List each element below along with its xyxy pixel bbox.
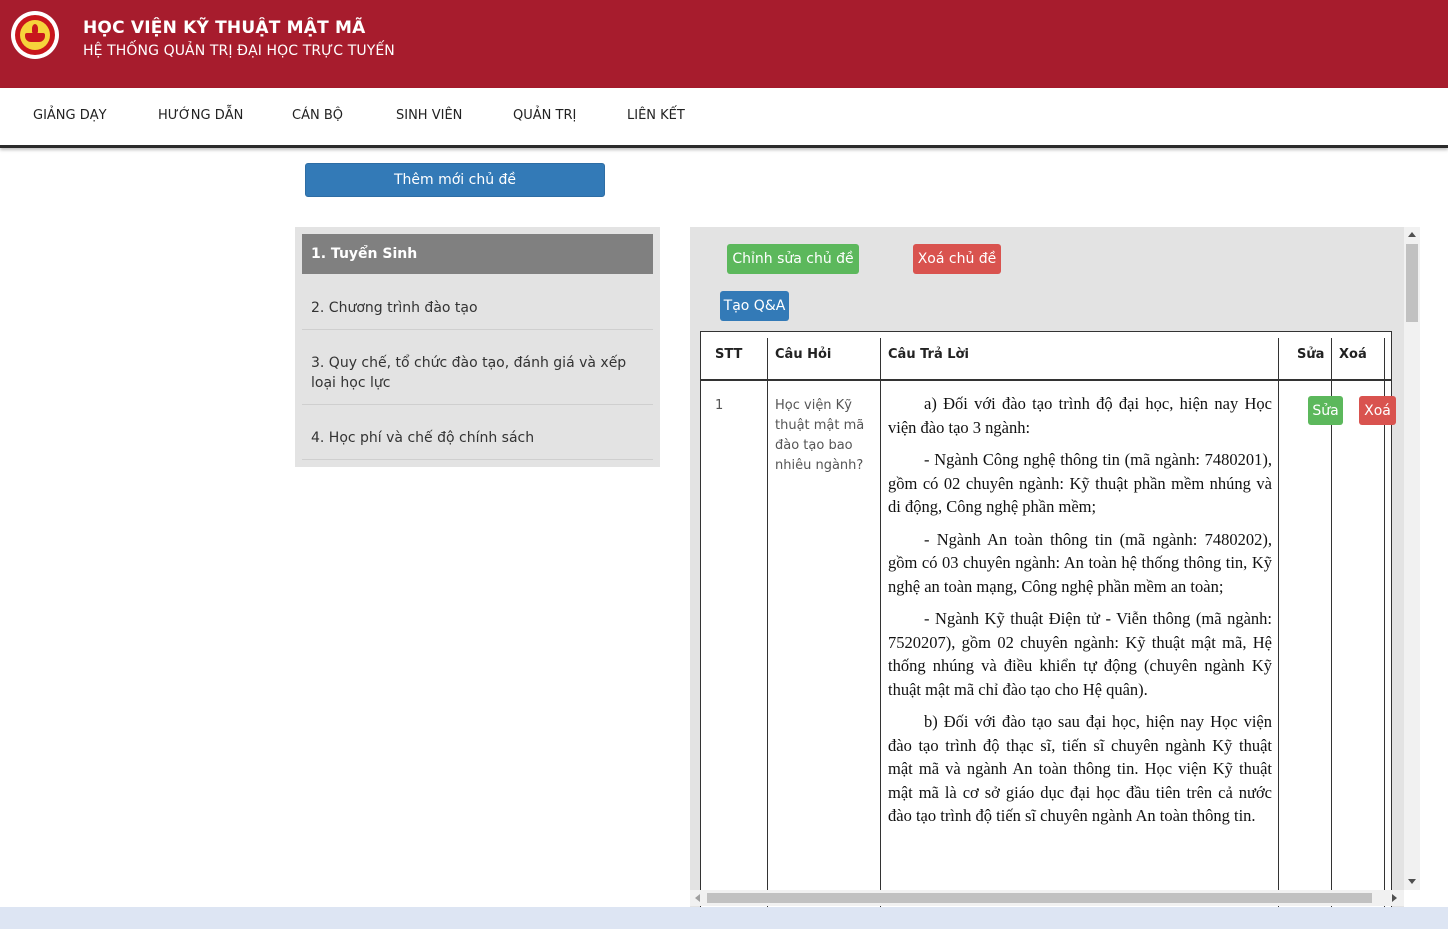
horizontal-scroll-thumb[interactable] (707, 893, 1372, 903)
scroll-down-arrow-icon[interactable] (1408, 879, 1416, 884)
answer-paragraph: - Ngành Công nghệ thông tin (mã ngành: 7… (888, 450, 1272, 516)
col-header-delete: Xoá (1339, 347, 1367, 362)
row-1-answer: a) Đối với đào tạo trình độ đại học, hiệ… (888, 392, 1272, 837)
answer-paragraph: - Ngành Kỹ thuật Điện tử - Viễn thông (m… (888, 609, 1272, 699)
nav-item-huong-dan[interactable]: HƯỚNG DẪN (158, 108, 243, 123)
col-header-stt: STT (715, 347, 743, 362)
col-header-question: Câu Hỏi (775, 347, 832, 362)
topic-item-4[interactable]: 4. Học phí và chế độ chính sách (302, 419, 653, 460)
col-divider (767, 338, 768, 907)
edit-topic-button[interactable]: Chỉnh sửa chủ đề (727, 244, 859, 274)
create-qa-button[interactable]: Tạo Q&A (720, 291, 789, 321)
row-1-stt: 1 (715, 398, 724, 413)
nav-item-sinh-vien[interactable]: SINH VIÊN (396, 108, 462, 123)
scroll-left-arrow-icon[interactable] (695, 894, 700, 902)
col-header-edit: Sửa (1297, 347, 1325, 362)
nav-item-lien-ket[interactable]: LIÊN KẾT (627, 108, 685, 123)
org-name: HỌC VIỆN KỸ THUẬT MẬT MÃ (83, 18, 366, 38)
horizontal-scrollbar[interactable] (690, 890, 1404, 906)
logo-flame-icon (32, 24, 38, 33)
topic-item-2[interactable]: 2. Chương trình đào tạo (302, 289, 653, 330)
delete-topic-button[interactable]: Xoá chủ đề (913, 244, 1001, 274)
answer-paragraph: - Ngành An toàn thông tin (mã ngành: 748… (888, 529, 1272, 596)
nav-item-can-bo[interactable]: CÁN BỘ (292, 108, 343, 123)
answer-paragraph: a) Đối với đào tạo trình độ đại học, hiệ… (888, 394, 1272, 437)
col-divider (1278, 338, 1279, 907)
qa-table: STT Câu Hỏi Câu Trả Lời Sửa Xoá 1 Học vi… (700, 331, 1396, 907)
main-nav: GIẢNG DẠY HƯỚNG DẪN CÁN BỘ SINH VIÊN QUẢ… (0, 88, 1448, 148)
row-1-delete-button[interactable]: Xoá (1359, 396, 1396, 425)
scroll-up-arrow-icon[interactable] (1408, 232, 1416, 237)
topic-detail-panel: Chỉnh sửa chủ đề Xoá chủ đề Tạo Q&A STT … (690, 227, 1404, 907)
col-divider (880, 338, 881, 907)
page-footer (0, 907, 1448, 929)
answer-paragraph: b) Đối với đào tạo sau đại học, hiện nay… (888, 712, 1272, 825)
nav-item-giang-day[interactable]: GIẢNG DẠY (33, 108, 107, 123)
add-topic-button[interactable]: Thêm mới chủ đề (305, 163, 605, 197)
vertical-scrollbar[interactable] (1404, 227, 1420, 890)
logo-book-icon (25, 33, 45, 42)
system-name: HỆ THỐNG QUẢN TRỊ ĐẠI HỌC TRỰC TUYẾN (83, 43, 395, 59)
academy-seal-logo[interactable] (11, 11, 59, 59)
nav-item-quan-tri[interactable]: QUẢN TRỊ (513, 108, 576, 123)
header-divider (701, 379, 1391, 381)
vertical-scroll-thumb[interactable] (1406, 244, 1418, 322)
col-header-answer: Câu Trả Lời (888, 347, 969, 362)
topic-item-3[interactable]: 3. Quy chế, tổ chức đào tạo, đánh giá và… (302, 344, 653, 405)
topic-item-1[interactable]: 1. Tuyển Sinh (302, 234, 653, 274)
app-header: HỌC VIỆN KỸ THUẬT MẬT MÃ HỆ THỐNG QUẢN T… (0, 0, 1448, 88)
row-1-question: Học viện Kỹ thuật mật mã đào tạo bao nhi… (775, 398, 865, 473)
row-1-edit-button[interactable]: Sửa (1308, 396, 1343, 425)
topic-list: 1. Tuyển Sinh 2. Chương trình đào tạo 3.… (295, 227, 660, 467)
scroll-right-arrow-icon[interactable] (1392, 894, 1397, 902)
